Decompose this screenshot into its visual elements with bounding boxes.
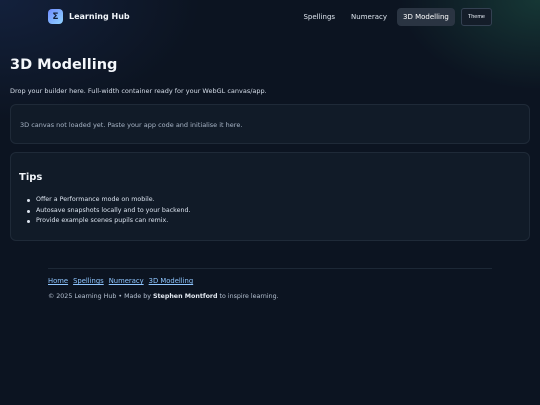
footer-link-numeracy[interactable]: Numeracy — [109, 277, 144, 285]
nav-item-spellings[interactable]: Spellings — [297, 8, 341, 26]
canvas-placeholder-message: 3D canvas not loaded yet. Paste your app… — [20, 121, 243, 129]
tips-panel: Tips Offer a Performance mode on mobile.… — [10, 152, 530, 241]
page-title: 3D Modelling — [10, 57, 118, 73]
tip-item: Provide example scenes pupils can remix. — [26, 216, 190, 227]
sigma-logo-icon: Σ — [48, 9, 63, 24]
footer-nav: Home Spellings Numeracy 3D Modelling — [48, 277, 193, 285]
theme-toggle-button[interactable]: Theme — [460, 8, 492, 26]
brand-name: Learning Hub — [69, 12, 130, 21]
copyright-suffix: to inspire learning. — [217, 293, 279, 300]
nav-item-numeracy[interactable]: Numeracy — [345, 8, 393, 26]
nav-item-3d-modelling[interactable]: 3D Modelling — [397, 8, 455, 26]
page-subtitle: Drop your builder here. Full-width conta… — [10, 87, 267, 95]
brand[interactable]: Σ Learning Hub — [48, 9, 130, 24]
canvas-container[interactable]: 3D canvas not loaded yet. Paste your app… — [10, 104, 530, 144]
tip-item: Autosave snapshots locally and to your b… — [26, 206, 190, 217]
footer-link-3d-modelling[interactable]: 3D Modelling — [149, 277, 194, 285]
top-bar: Σ Learning Hub Spellings Numeracy 3D Mod… — [0, 0, 540, 36]
footer-link-home[interactable]: Home — [48, 277, 68, 285]
footer-link-spellings[interactable]: Spellings — [73, 277, 104, 285]
copyright-text: © 2025 Learning Hub • Made by Stephen Mo… — [48, 293, 279, 300]
copyright-prefix: © 2025 Learning Hub • Made by — [48, 293, 153, 300]
tip-item: Offer a Performance mode on mobile. — [26, 195, 190, 206]
author-name: Stephen Montford — [153, 293, 218, 300]
tips-title: Tips — [19, 172, 43, 183]
tips-list: Offer a Performance mode on mobile. Auto… — [26, 195, 190, 227]
main-nav: Spellings Numeracy 3D Modelling Theme — [297, 8, 492, 26]
footer-divider — [48, 268, 492, 269]
